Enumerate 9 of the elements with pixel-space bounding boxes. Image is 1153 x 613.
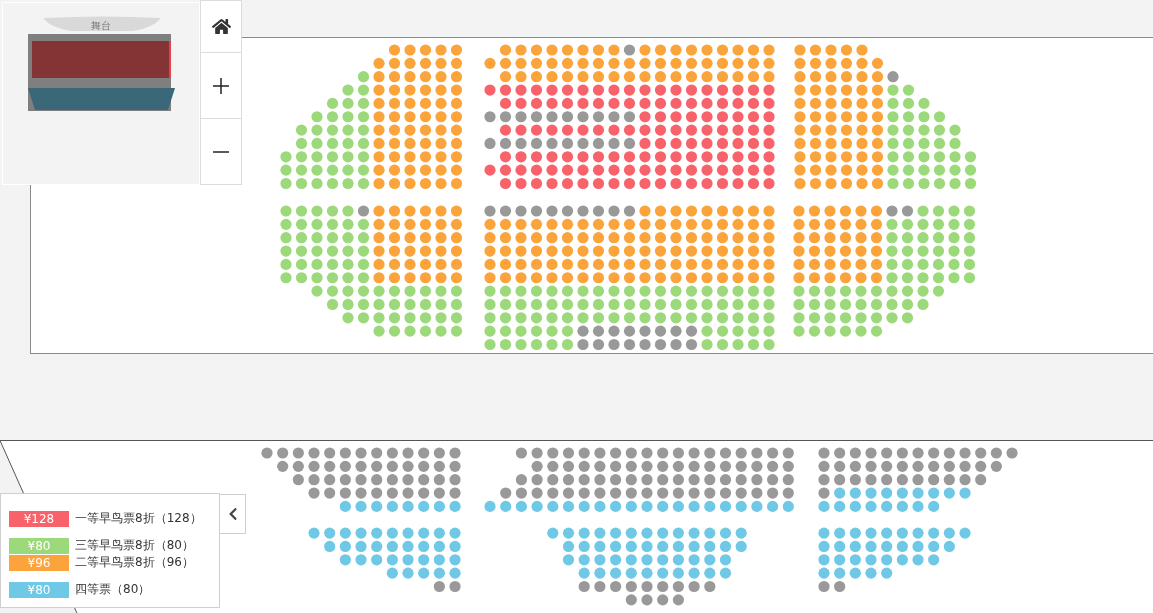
price-tag: ¥80 (9, 581, 69, 598)
ticket-tier-label: 二等早鸟票8折（96） (75, 554, 194, 571)
price-tag: ¥80 (9, 537, 69, 554)
ticket-tier-label: 四等票（80） (75, 581, 151, 598)
ticket-tier-label: 三等早鸟票8折（80） (75, 537, 194, 554)
stage-label: 舞台 (91, 20, 111, 31)
price-tag: ¥96 (9, 554, 69, 571)
ticket-tier-label: 一等早鸟票8折（128） (75, 510, 202, 527)
price-tag: ¥128 (9, 510, 69, 527)
